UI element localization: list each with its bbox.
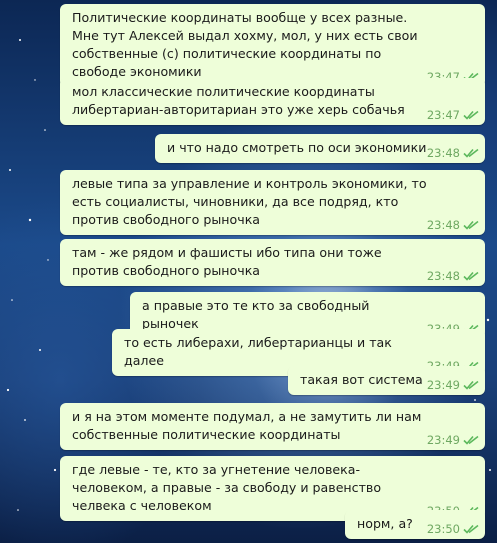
message-bubble[interactable]: там - же рядом и фашисты ибо типа они то… [60,239,485,286]
message-text: мол классические политические координаты… [72,84,405,117]
message-bubble[interactable]: мол классические политические координаты… [60,78,485,125]
message-bubble[interactable]: и что надо смотреть по оси экономики 23:… [155,134,485,163]
message-text: и я на этом моменте подумал, а не замути… [72,409,422,442]
message-time: 23:49 [426,378,460,392]
double-check-icon [463,435,479,445]
double-check-icon [463,380,479,390]
message-time: 23:49 [426,433,460,447]
double-check-icon [463,220,479,230]
message-time: 23:48 [426,218,460,232]
message-text: норм, а? [357,516,413,531]
chat-history[interactable]: Политические координаты вообще у всех ра… [0,0,497,543]
message-bubble[interactable]: и я на этом моменте подумал, а не замути… [60,403,485,450]
message-text: такая вот система [300,372,423,387]
message-text: то есть либерахи, либертарианцы и так да… [124,335,392,368]
message-time: 23:48 [426,146,460,160]
message-text: там - же рядом и фашисты ибо типа они то… [72,245,382,278]
message-bubble[interactable]: левые типа за управление и контроль экон… [60,170,485,235]
message-time: 23:50 [426,522,460,536]
message-text: Политические координаты вообще у всех ра… [72,10,418,79]
message-text: и что надо смотреть по оси экономики [167,140,427,155]
message-text: где левые - те, кто за угнетение человек… [72,462,382,513]
message-time: 23:48 [426,269,460,283]
double-check-icon [463,524,479,534]
message-bubble[interactable]: норм, а? 23:50 [345,510,485,539]
message-text: левые типа за управление и контроль экон… [72,176,427,227]
message-time: 23:47 [426,108,460,122]
double-check-icon [463,148,479,158]
message-text: а правые это те кто за свободный рыночек [142,298,370,331]
message-bubble[interactable]: Политические координаты вообще у всех ра… [60,4,485,87]
message-bubble[interactable]: такая вот система 23:49 [288,366,485,395]
double-check-icon [463,271,479,281]
double-check-icon [463,110,479,120]
